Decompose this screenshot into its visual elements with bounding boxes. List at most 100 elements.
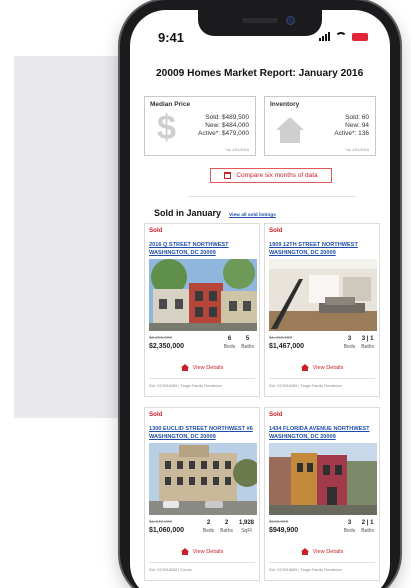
home-icon: [300, 364, 309, 371]
listing-fact: 5 Baths: [241, 336, 254, 350]
fact-label: Baths: [361, 344, 374, 350]
view-details-button[interactable]: View Details: [265, 548, 379, 555]
battery-icon: [352, 32, 368, 41]
fact-value: 1,928: [238, 520, 254, 526]
inventory-active: Active*: 136: [334, 130, 369, 137]
status-time: 9:41: [158, 30, 185, 45]
listing-price: $2,350,000: [149, 343, 185, 350]
listing-fact: 2 Beds: [203, 520, 214, 534]
listing-price: $949,900: [269, 527, 299, 534]
fact-label: SqFt: [241, 528, 252, 534]
fact-value: 5: [245, 336, 250, 342]
listing-id: ID#: DC9518348 | Condo: [149, 568, 192, 572]
listing-photo[interactable]: [149, 443, 257, 515]
fact-value: 2: [224, 520, 229, 526]
house-icon: [276, 117, 304, 143]
listing-fact: 3 Beds: [344, 336, 355, 350]
view-details-button[interactable]: View Details: [145, 364, 259, 371]
median-price-label: Median Price: [150, 101, 191, 108]
listing-price: $1,467,000: [269, 343, 305, 350]
view-details-button[interactable]: View Details: [265, 364, 379, 371]
inventory-values: Sold: 60 New: 94 Active*: 136: [334, 114, 369, 138]
listing-previous-price: $949,900: [269, 519, 289, 524]
listing-facts: 3 Beds 2 | 1 Baths: [344, 520, 374, 534]
listing-id: ID#: DC9518455 | Single Family Residence: [269, 384, 343, 388]
listing-facts: 3 Beds 3 | 1 Baths: [344, 336, 374, 350]
phone-frame: 9:41 20009 Homes Market Report: January …: [120, 0, 400, 588]
listing-address-link[interactable]: 1909 12TH STREET NORTHWEST WASHINGTON, D…: [269, 241, 381, 257]
card-divider: [269, 378, 375, 379]
fact-value: 3: [347, 520, 352, 526]
view-details-label: View Details: [192, 364, 224, 371]
listing-status: Sold: [149, 227, 163, 234]
home-icon: [180, 548, 189, 555]
listing-city: WASHINGTON, DC 20009: [149, 250, 216, 256]
fact-label: Beds: [343, 528, 356, 534]
speaker-grille: [242, 18, 278, 23]
inventory-box: Inventory Sold: 60 New: 94 Active*: 136 …: [264, 96, 376, 156]
median-price-note: *on 1/31/2016: [225, 148, 249, 152]
view-all-sold-link[interactable]: View all sold listings: [229, 213, 276, 218]
signal-icon: [319, 32, 330, 41]
listing-card[interactable]: Sold 1300 EUCLID STREET NORTHWEST #6 WAS…: [144, 407, 260, 581]
listing-fact: 6 Beds: [224, 336, 235, 350]
inventory-sold: Sold: 60: [345, 114, 369, 121]
compare-button-label: Compare six months of data: [236, 172, 318, 179]
report-title: 20009 Homes Market Report: January 2016: [156, 68, 364, 79]
fact-label: Baths: [241, 344, 254, 350]
home-icon: [180, 364, 189, 371]
fact-label: Beds: [343, 344, 356, 350]
listing-street: 1300 EUCLID STREET NORTHWEST #6: [149, 426, 253, 432]
view-details-label: View Details: [312, 548, 344, 555]
listing-status: Sold: [269, 227, 283, 234]
listing-previous-price: $1,499,000: [269, 335, 292, 340]
listing-fact: 2 Baths: [220, 520, 233, 534]
view-details-label: View Details: [192, 548, 224, 555]
listing-address-link[interactable]: 1300 EUCLID STREET NORTHWEST #6 WASHINGT…: [149, 425, 261, 441]
wifi-icon: [335, 32, 347, 41]
fact-value: 3 | 1: [361, 336, 374, 342]
phone-notch: [198, 10, 322, 36]
listing-street: 1434 FLORIDA AVENUE NORTHWEST: [269, 426, 370, 432]
inventory-note: *on 1/31/2016: [345, 148, 369, 152]
listing-card[interactable]: Sold 1434 FLORIDA AVENUE NORTHWEST WASHI…: [264, 407, 380, 581]
section-divider: [188, 196, 356, 197]
fact-value: 6: [227, 336, 232, 342]
fact-value: 2 | 1: [361, 520, 374, 526]
listing-city: WASHINGTON, DC 20009: [149, 434, 216, 440]
median-price-active: Active*: $479,000: [198, 130, 249, 137]
listing-photo[interactable]: [269, 443, 377, 515]
listing-fact: 3 Beds: [344, 520, 355, 534]
view-details-button[interactable]: View Details: [145, 548, 259, 555]
median-price-new: New: $484,000: [205, 122, 249, 129]
median-price-box: Median Price $ Sold: $489,500 New: $484,…: [144, 96, 256, 156]
view-details-label: View Details: [312, 364, 344, 371]
listing-photo[interactable]: [149, 259, 257, 331]
listing-card[interactable]: Sold 2016 Q STREET NORTHWEST WASHINGTON,…: [144, 223, 260, 397]
card-divider: [149, 378, 255, 379]
dollar-icon: $: [157, 109, 176, 147]
fact-label: Beds: [223, 344, 236, 350]
phone-screen: 9:41 20009 Homes Market Report: January …: [130, 10, 390, 588]
listing-address-link[interactable]: 1434 FLORIDA AVENUE NORTHWEST WASHINGTON…: [269, 425, 381, 441]
listing-id: ID#: DC9518455 | Single Family Residence: [149, 384, 223, 388]
fact-label: Beds: [202, 528, 215, 534]
sold-section-header: Sold in January View all sold listings: [154, 208, 276, 218]
listing-card[interactable]: Sold 1909 12TH STREET NORTHWEST WASHINGT…: [264, 223, 380, 397]
status-icons: [319, 32, 368, 41]
compare-six-months-button[interactable]: Compare six months of data: [210, 168, 332, 183]
median-price-values: Sold: $489,500 New: $484,000 Active*: $4…: [198, 114, 249, 138]
fact-label: Baths: [220, 528, 233, 534]
camera-icon: [286, 16, 295, 25]
listing-id: ID#: DC9518885 | Single Family Residence: [269, 568, 343, 572]
listing-city: WASHINGTON, DC 20009: [269, 434, 336, 440]
card-divider: [269, 562, 375, 563]
listing-city: WASHINGTON, DC 20009: [269, 250, 336, 256]
listing-photo[interactable]: [269, 259, 377, 331]
listing-fact: 3 | 1 Baths: [361, 336, 374, 350]
fact-label: Baths: [361, 528, 374, 534]
fact-value: 2: [206, 520, 211, 526]
card-divider: [149, 562, 255, 563]
listing-address-link[interactable]: 2016 Q STREET NORTHWEST WASHINGTON, DC 2…: [149, 241, 261, 257]
listing-facts: 6 Beds 5 Baths: [224, 336, 254, 350]
